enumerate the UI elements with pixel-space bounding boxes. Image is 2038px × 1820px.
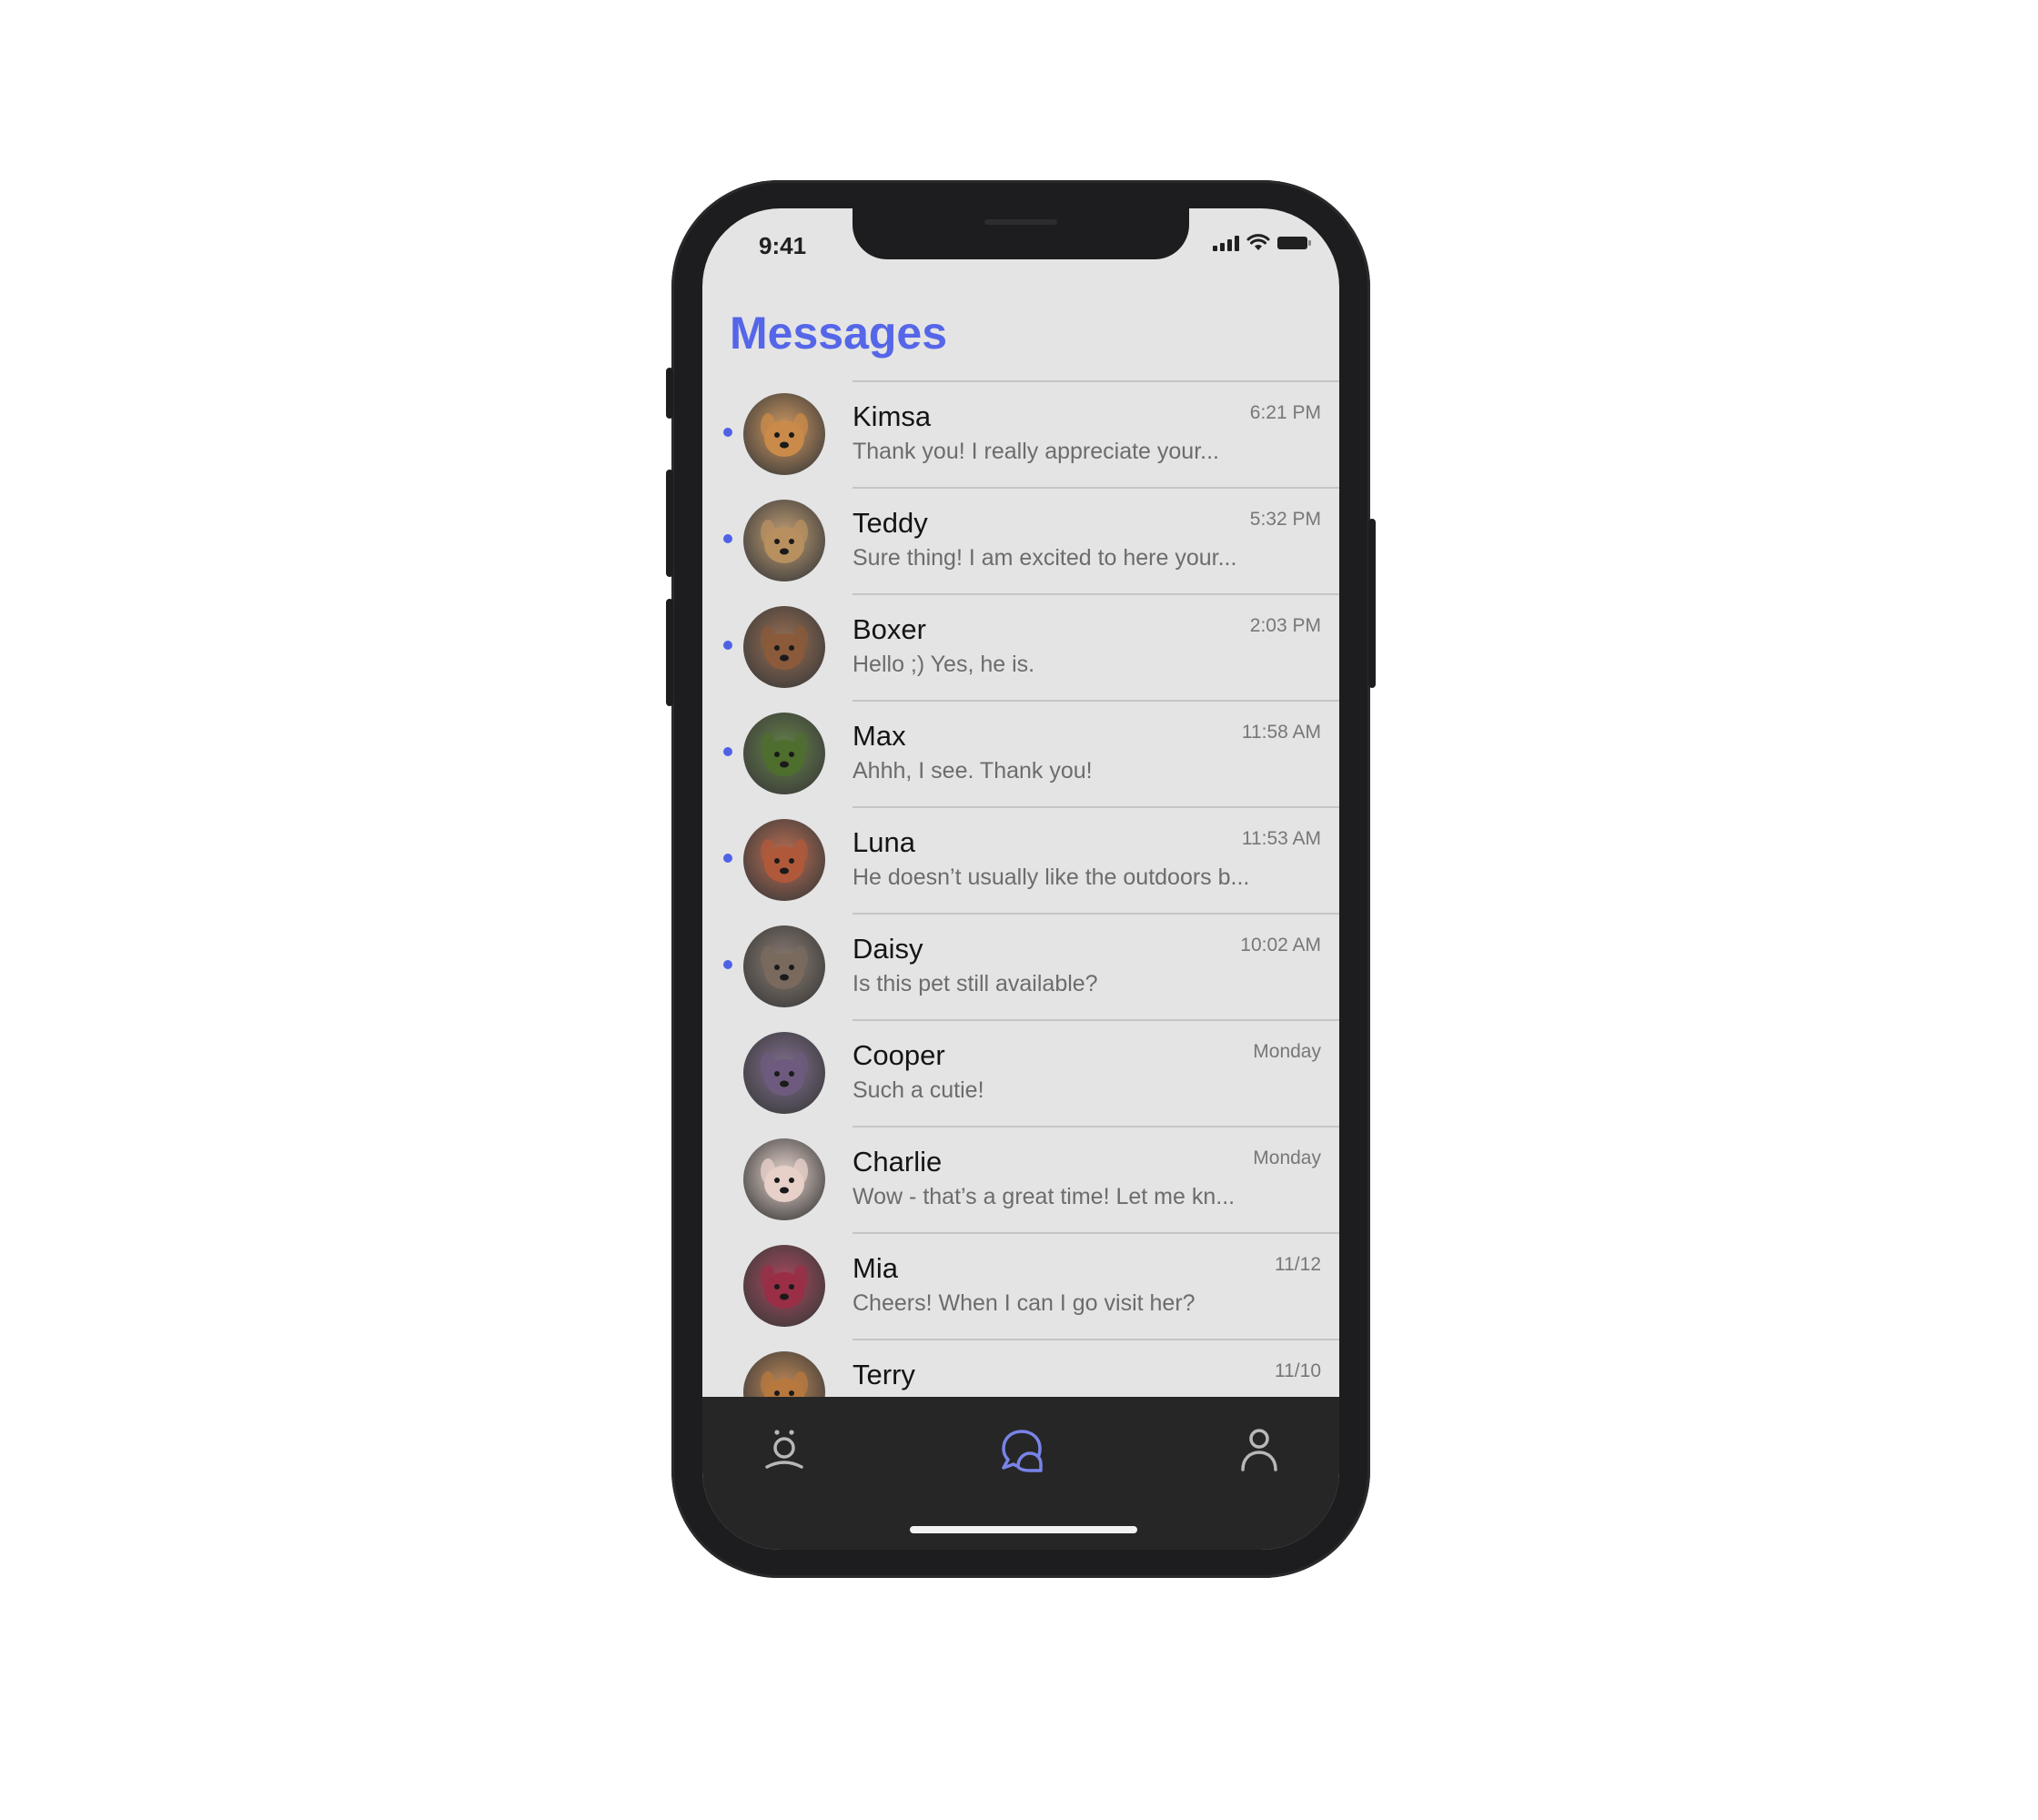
unread-indicator: [723, 747, 732, 756]
conversation-row[interactable]: Luna 11:53 AM He doesn’t usually like the …: [702, 806, 1339, 913]
unread-indicator: [723, 428, 732, 437]
avatar[interactable]: [743, 1138, 825, 1220]
contact-name: Max: [853, 720, 906, 752]
message-time: Monday: [1253, 1148, 1321, 1168]
avatar[interactable]: [743, 1245, 825, 1327]
message-time: 6:21 PM: [1249, 402, 1321, 423]
volume-down-button: [666, 599, 673, 706]
contact-name: Boxer: [853, 613, 926, 645]
row-divider: [853, 380, 1339, 382]
row-divider: [853, 1126, 1339, 1127]
messages-icon: [1002, 1430, 1043, 1472]
contact-name: Cooper: [853, 1039, 945, 1071]
row-divider: [853, 1232, 1339, 1234]
unread-indicator: [723, 641, 732, 650]
conversation-row[interactable]: Teddy 5:32 PM Sure thing! I am excited to …: [702, 487, 1339, 593]
message-preview: Thank you! I really appreciate your...: [853, 439, 1219, 464]
contact-name: Charlie: [853, 1146, 943, 1178]
message-preview: Cheers! When I can I go visit her?: [853, 1290, 1196, 1316]
conversation-row[interactable]: Kimsa 6:21 PM Thank you! I really apprecia…: [702, 380, 1339, 487]
stage: 9:41 Messages Kimsa 6:21 PM Thank you! I r…: [0, 0, 2038, 1820]
contact-name: Luna: [853, 826, 915, 858]
conversation-list: Kimsa 6:21 PM Thank you! I really apprecia…: [702, 380, 1339, 1445]
conversation-row[interactable]: Daisy 10:02 AM Is this pet still available…: [702, 913, 1339, 1019]
page-title: Messages: [730, 308, 948, 359]
message-time: 10:02 AM: [1240, 935, 1321, 956]
contact-name: Daisy: [853, 933, 923, 965]
message-time: 2:03 PM: [1249, 615, 1321, 636]
volume-up-button: [666, 470, 673, 577]
unread-indicator: [723, 960, 732, 969]
contact-name: Terry: [853, 1359, 915, 1390]
avatar[interactable]: [743, 819, 825, 901]
row-divider: [853, 593, 1339, 595]
avatar[interactable]: [743, 925, 825, 1007]
message-time: 11/10: [1275, 1360, 1321, 1381]
message-time: 11:58 AM: [1241, 722, 1321, 743]
pet-icon: [765, 1430, 803, 1469]
message-time: Monday: [1253, 1041, 1321, 1062]
conversation-row[interactable]: Charlie Monday Wow - that’s a great time! …: [702, 1126, 1339, 1232]
message-preview: He doesn’t usually like the outdoors b..…: [853, 864, 1250, 890]
conversation-row[interactable]: Max 11:58 AM Ahhh, I see. Thank you!: [702, 700, 1339, 806]
row-divider: [853, 913, 1339, 915]
row-divider: [853, 487, 1339, 489]
avatar[interactable]: [743, 500, 825, 581]
screen: 9:41 Messages Kimsa 6:21 PM Thank you! I r…: [702, 208, 1339, 1550]
avatar[interactable]: [743, 1032, 825, 1114]
avatar[interactable]: [743, 606, 825, 688]
notch: [853, 208, 1189, 259]
message-time: 11/12: [1275, 1254, 1321, 1275]
conversation-row[interactable]: Mia 11/12 Cheers! When I can I go visit he…: [702, 1232, 1339, 1339]
power-button: [1368, 519, 1376, 688]
message-preview: Hello ;) Yes, he is.: [853, 652, 1035, 677]
tab-pets[interactable]: [757, 1422, 812, 1477]
avatar[interactable]: [743, 393, 825, 475]
unread-indicator: [723, 854, 732, 863]
mute-switch: [666, 368, 673, 419]
message-preview: Sure thing! I am excited to here your...: [853, 545, 1237, 571]
row-divider: [853, 1019, 1339, 1021]
cellular-signal-icon: [1213, 235, 1239, 251]
contact-name: Teddy: [853, 507, 928, 539]
contact-name: Mia: [853, 1252, 898, 1284]
conversation-row[interactable]: Cooper Monday Such a cutie!: [702, 1019, 1339, 1126]
speaker-grille: [984, 219, 1057, 225]
battery-icon: [1277, 236, 1311, 249]
message-preview: Is this pet still available?: [853, 971, 1098, 996]
avatar[interactable]: [743, 713, 825, 794]
status-icons: [1213, 234, 1312, 251]
profile-icon: [1241, 1429, 1277, 1471]
phone-frame: 9:41 Messages Kimsa 6:21 PM Thank you! I r…: [666, 180, 1376, 1578]
tab-messages[interactable]: [994, 1422, 1049, 1477]
unread-indicator: [723, 534, 732, 543]
row-divider: [853, 700, 1339, 702]
message-time: 11:53 AM: [1241, 828, 1321, 849]
tab-bar: [702, 1397, 1339, 1550]
message-preview: Ahhh, I see. Thank you!: [853, 758, 1093, 784]
message-time: 5:32 PM: [1249, 509, 1321, 530]
row-divider: [853, 806, 1339, 808]
home-indicator[interactable]: [910, 1526, 1137, 1533]
message-preview: Such a cutie!: [853, 1077, 984, 1103]
contact-name: Kimsa: [853, 400, 932, 432]
tab-profile[interactable]: [1232, 1422, 1286, 1477]
status-time: 9:41: [759, 232, 807, 259]
message-preview: Wow - that’s a great time! Let me kn...: [853, 1184, 1236, 1209]
wifi-icon: [1246, 234, 1270, 250]
row-divider: [853, 1339, 1339, 1340]
conversation-row[interactable]: Boxer 2:03 PM Hello ;) Yes, he is.: [702, 593, 1339, 700]
